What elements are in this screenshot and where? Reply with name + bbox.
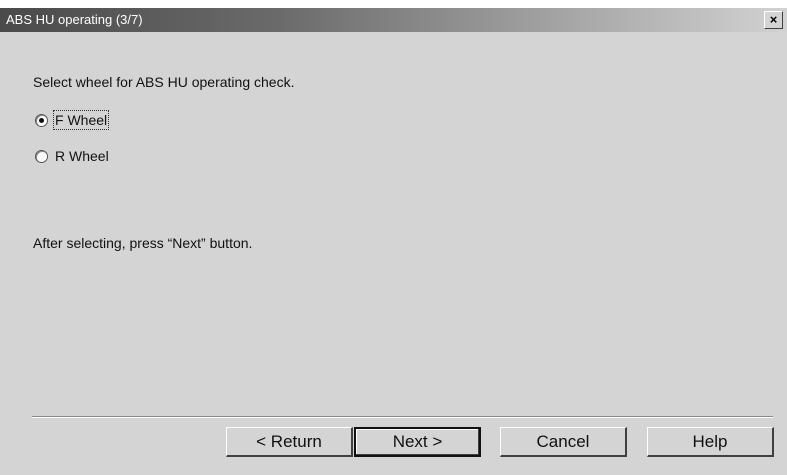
return-button[interactable]: < Return xyxy=(226,427,353,457)
dialog-window: ABS HU operating (3/7) × Select wheel fo… xyxy=(0,8,787,475)
help-button[interactable]: Help xyxy=(647,427,774,457)
cancel-button[interactable]: Cancel xyxy=(500,427,627,457)
close-icon: × xyxy=(769,12,778,27)
instruction-text: Select wheel for ABS HU operating check. xyxy=(33,74,295,90)
radio-label-r-wheel: R Wheel xyxy=(55,148,109,164)
radio-button-selected[interactable] xyxy=(35,113,48,127)
title-bar[interactable]: ABS HU operating (3/7) × xyxy=(0,8,787,32)
hint-text: After selecting, press “Next” button. xyxy=(33,235,253,251)
radio-button-unselected[interactable] xyxy=(35,149,48,163)
close-button[interactable]: × xyxy=(764,11,783,29)
radio-label-f-wheel: F Wheel xyxy=(52,110,110,130)
window-title: ABS HU operating (3/7) xyxy=(6,12,143,27)
next-button[interactable]: Next > xyxy=(354,427,481,457)
separator xyxy=(32,416,773,418)
radio-r-wheel[interactable]: R Wheel xyxy=(35,148,109,164)
radio-f-wheel[interactable]: F Wheel xyxy=(35,110,110,130)
